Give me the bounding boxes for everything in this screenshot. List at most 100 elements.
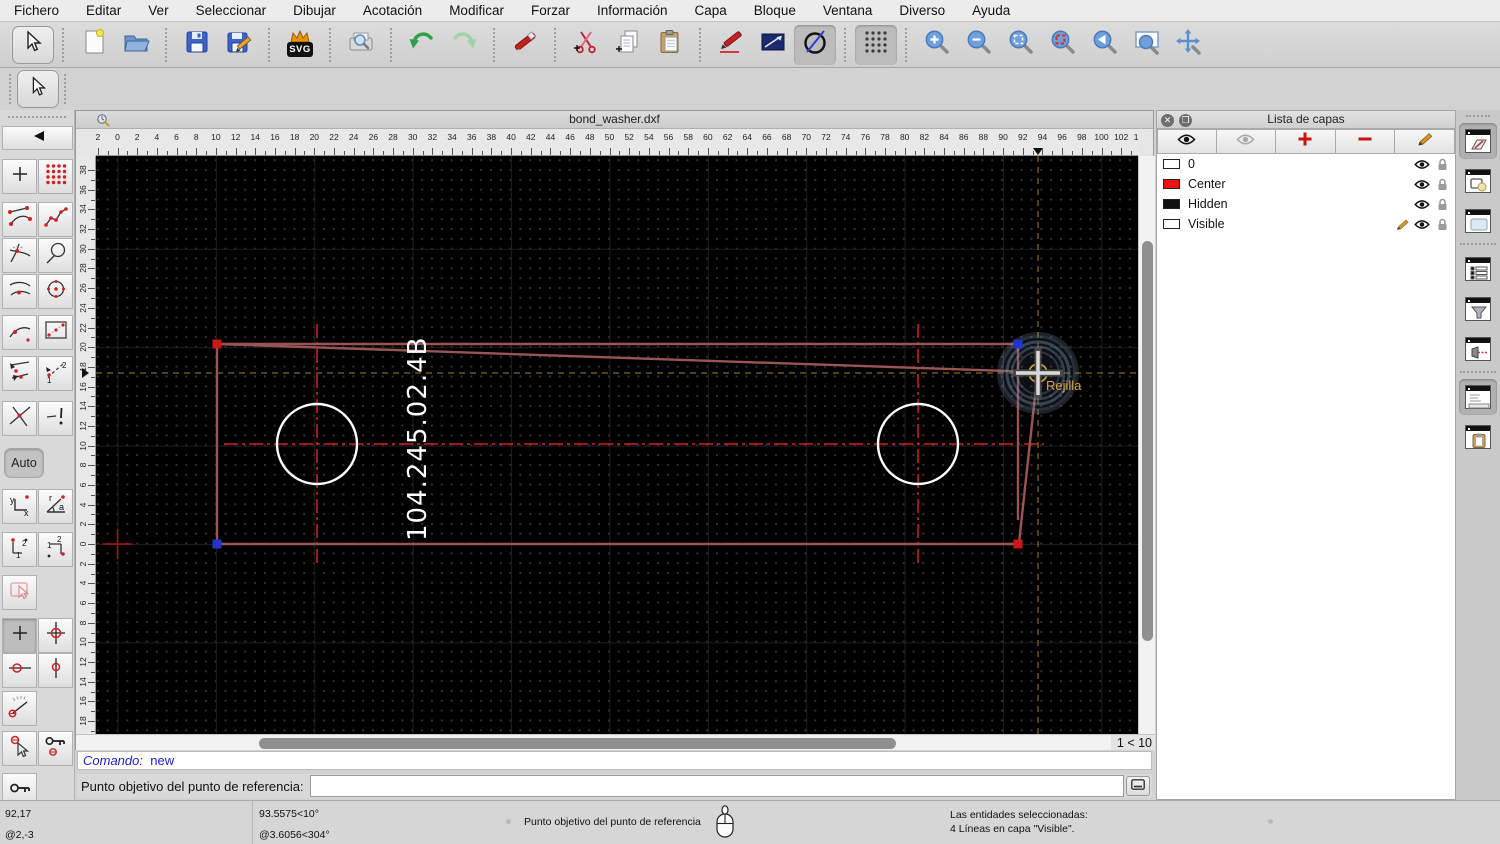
menu-capa[interactable]: Capa bbox=[695, 3, 727, 18]
select-tool-button[interactable] bbox=[12, 25, 54, 64]
pen-wizard-dock-button[interactable] bbox=[1459, 331, 1497, 367]
back-button[interactable] bbox=[2, 126, 73, 150]
open-file-button[interactable] bbox=[115, 25, 157, 65]
snap-intersection-auto-button[interactable] bbox=[2, 238, 37, 273]
lock-icon[interactable] bbox=[1433, 198, 1451, 211]
zoom-selection-button[interactable] bbox=[1042, 25, 1084, 65]
auto-snap-button[interactable]: Auto bbox=[4, 448, 44, 478]
snap-tangent-button[interactable] bbox=[38, 238, 73, 273]
menu-dibujar[interactable]: Dibujar bbox=[293, 3, 336, 18]
eye-icon[interactable] bbox=[1413, 159, 1431, 170]
snap-cross-small-button[interactable] bbox=[38, 653, 73, 688]
coordinate-polar-button[interactable]: ra bbox=[38, 489, 73, 524]
menu-ayuda[interactable]: Ayuda bbox=[972, 3, 1010, 18]
selection-filter-dock-button[interactable] bbox=[1459, 291, 1497, 327]
snap-center-button[interactable] bbox=[38, 274, 73, 309]
horizontal-scrollbar-thumb[interactable] bbox=[259, 738, 896, 749]
line-properties-button[interactable] bbox=[752, 25, 794, 65]
entity-list-dock-button[interactable] bbox=[1459, 251, 1497, 287]
zoom-in-button[interactable] bbox=[916, 25, 958, 65]
delete-button[interactable] bbox=[504, 25, 546, 65]
relative-12-button[interactable]: 12 bbox=[2, 532, 37, 567]
cut-button[interactable] bbox=[565, 25, 607, 65]
float-panel-icon[interactable]: ❐ bbox=[1179, 113, 1192, 127]
drawing-canvas[interactable]: 104.245.02.4B Rejilla bbox=[96, 156, 1138, 734]
hide-all-layers-button[interactable] bbox=[1216, 129, 1277, 154]
menu-forzar[interactable]: Forzar bbox=[531, 3, 570, 18]
menu-ver[interactable]: Ver bbox=[148, 3, 168, 18]
snap-on-entity-button[interactable] bbox=[38, 202, 73, 237]
close-icon[interactable]: ✕ bbox=[1161, 113, 1174, 127]
command-options-button[interactable] bbox=[1126, 776, 1150, 796]
layer-row-center[interactable]: Center bbox=[1157, 174, 1455, 194]
lock-icon[interactable] bbox=[1433, 178, 1451, 191]
construction-mode-button[interactable] bbox=[794, 24, 836, 65]
angle-gauge-button[interactable] bbox=[2, 691, 37, 726]
library-browser-dock-button[interactable] bbox=[1459, 203, 1497, 239]
command-widget-dock-button[interactable] bbox=[1459, 379, 1497, 415]
menu-modificar[interactable]: Modificar bbox=[449, 3, 504, 18]
eye-icon[interactable] bbox=[1413, 179, 1431, 190]
relative-21-button[interactable]: 12 bbox=[38, 532, 73, 567]
menu-seleccionar[interactable]: Seleccionar bbox=[196, 3, 267, 18]
redo-button[interactable] bbox=[443, 25, 485, 65]
grid-toggle-button[interactable] bbox=[855, 24, 897, 65]
eye-icon[interactable] bbox=[1413, 219, 1431, 230]
snap-vertical-button[interactable] bbox=[38, 401, 73, 436]
vertical-scrollbar-thumb[interactable] bbox=[1142, 241, 1153, 641]
undo-button[interactable] bbox=[401, 25, 443, 65]
horizontal-scrollbar[interactable] bbox=[76, 734, 1111, 751]
snap-grid-button[interactable] bbox=[38, 159, 73, 194]
layer-row-0[interactable]: 0 bbox=[1157, 154, 1455, 174]
snap-cross-vertical-button[interactable] bbox=[38, 618, 73, 653]
menu-bloque[interactable]: Bloque bbox=[754, 3, 796, 18]
select-entities-button[interactable] bbox=[2, 575, 37, 610]
snap-free-button[interactable] bbox=[2, 159, 37, 194]
zoom-previous-button[interactable] bbox=[1084, 25, 1126, 65]
block-list-dock-button[interactable] bbox=[1459, 163, 1497, 199]
menu-acotacion[interactable]: Acotación bbox=[363, 3, 422, 18]
snap-reference-button[interactable] bbox=[38, 315, 73, 350]
edit-layer-button[interactable] bbox=[1395, 129, 1455, 154]
lock-relative-zero-button[interactable] bbox=[38, 731, 73, 766]
export-svg-button[interactable]: SVG bbox=[279, 25, 321, 65]
snap-cross-horizontal-button[interactable] bbox=[2, 653, 37, 688]
menu-ventana[interactable]: Ventana bbox=[823, 3, 873, 18]
lock-icon[interactable] bbox=[1433, 158, 1451, 171]
paste-button[interactable] bbox=[649, 25, 691, 65]
add-layer-button[interactable] bbox=[1276, 129, 1336, 154]
layer-list-dock-button[interactable] bbox=[1459, 123, 1497, 159]
layer-row-visible[interactable]: Visible bbox=[1157, 214, 1455, 234]
menu-fichero[interactable]: Fichero bbox=[14, 3, 59, 18]
attributes-button[interactable] bbox=[710, 25, 752, 65]
layer-row-hidden[interactable]: Hidden bbox=[1157, 194, 1455, 214]
snap-intersection-manual-button[interactable] bbox=[2, 401, 37, 436]
show-all-layers-button[interactable] bbox=[1157, 129, 1217, 154]
menu-editar[interactable]: Editar bbox=[86, 3, 121, 18]
remove-layer-button[interactable] bbox=[1335, 129, 1396, 154]
menu-diverso[interactable]: Diverso bbox=[899, 3, 945, 18]
copy-button[interactable] bbox=[607, 25, 649, 65]
menu-informacion[interactable]: Información bbox=[597, 3, 668, 18]
restrict-orthogonal-button[interactable] bbox=[2, 356, 37, 391]
snap-free-2-button[interactable] bbox=[2, 618, 37, 653]
command-input[interactable] bbox=[309, 775, 1124, 797]
pick-entity-button[interactable] bbox=[2, 731, 37, 766]
print-preview-button[interactable] bbox=[340, 25, 382, 65]
snap-endpoints-button[interactable] bbox=[2, 202, 37, 237]
snap-middle-button[interactable] bbox=[2, 274, 37, 309]
coordinate-xy-button[interactable]: yx bbox=[2, 489, 37, 524]
lock-icon[interactable] bbox=[1433, 218, 1451, 231]
vertical-scrollbar[interactable] bbox=[1138, 156, 1155, 734]
new-file-button[interactable] bbox=[73, 25, 115, 65]
save-button[interactable] bbox=[176, 25, 218, 65]
zoom-auto-button[interactable] bbox=[1000, 25, 1042, 65]
zoom-window-button[interactable] bbox=[1126, 25, 1168, 65]
eye-icon[interactable] bbox=[1413, 199, 1431, 210]
save-as-button[interactable] bbox=[218, 25, 260, 65]
zoom-pan-button[interactable] bbox=[1168, 25, 1210, 65]
select-arrow-button[interactable] bbox=[16, 70, 59, 108]
snap-distance-button[interactable] bbox=[2, 315, 37, 350]
zoom-out-button[interactable] bbox=[958, 25, 1000, 65]
clipboard-dock-button[interactable] bbox=[1459, 419, 1497, 455]
